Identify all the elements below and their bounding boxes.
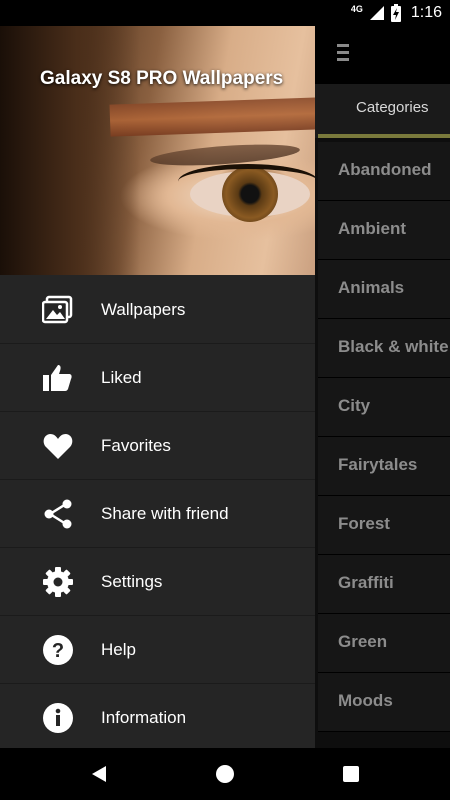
category-label: Green <box>338 632 388 651</box>
category-list: Abandoned Ambient Animals Black & white … <box>318 142 450 732</box>
battery-charging-icon <box>390 4 401 22</box>
navigation-drawer: Galaxy S8 PRO Wallpapers Wallpapers Like… <box>0 26 315 748</box>
category-item[interactable]: Ambient <box>318 201 450 260</box>
status-bar: 4G 1:16 <box>0 0 450 26</box>
menu-item-label: Liked <box>101 368 142 387</box>
category-label: Abandoned <box>338 160 432 179</box>
menu-item-information[interactable]: Information <box>0 684 315 748</box>
drawer-header-image: Galaxy S8 PRO Wallpapers <box>0 26 315 275</box>
categories-tab[interactable]: Categories <box>315 84 450 138</box>
category-item[interactable]: City <box>318 378 450 437</box>
category-item[interactable]: Forest <box>318 496 450 555</box>
menu-item-settings[interactable]: Settings <box>0 548 315 616</box>
category-item[interactable]: Green <box>318 614 450 673</box>
menu-item-help[interactable]: ? Help <box>0 616 315 684</box>
help-icon: ? <box>43 635 73 665</box>
app-title: Galaxy S8 PRO Wallpapers <box>40 68 284 89</box>
menu-item-label: Share with friend <box>101 504 229 523</box>
menu-item-label: Favorites <box>101 436 171 455</box>
category-item[interactable]: Abandoned <box>318 142 450 201</box>
network-type: 4G <box>350 4 363 14</box>
signal-icon <box>369 6 384 20</box>
menu-item-label: Information <box>101 708 187 727</box>
category-label: Graffiti <box>338 573 394 592</box>
menu-item-liked[interactable]: Liked <box>0 344 315 412</box>
menu-item-share[interactable]: Share with friend <box>0 480 315 548</box>
system-nav-bar <box>0 748 450 800</box>
menu-item-label: Settings <box>101 572 163 591</box>
category-item[interactable]: Graffiti <box>318 555 450 614</box>
category-label: Animals <box>338 278 405 297</box>
category-label: Black & white <box>338 337 449 356</box>
svg-text:?: ? <box>52 640 64 662</box>
category-label: Fairytales <box>338 455 418 474</box>
drawer-menu: Wallpapers Liked Favorites Share with fr… <box>0 276 315 748</box>
menu-item-label: Wallpapers <box>101 300 186 319</box>
recents-icon[interactable] <box>343 766 359 782</box>
category-label: City <box>338 396 371 415</box>
tab-indicator <box>318 134 450 138</box>
category-label: Ambient <box>338 219 406 238</box>
share-icon <box>44 499 72 529</box>
thumbs-up-icon <box>43 365 72 391</box>
category-item[interactable]: Moods <box>318 673 450 732</box>
menu-item-label: Help <box>101 640 136 659</box>
category-label: Forest <box>338 514 390 533</box>
menu-item-wallpapers[interactable]: Wallpapers <box>0 276 315 344</box>
gear-icon <box>43 567 73 597</box>
back-icon[interactable] <box>90 765 108 783</box>
categories-tab-label: Categories <box>356 99 429 116</box>
menu-item-favorites[interactable]: Favorites <box>0 412 315 480</box>
menu-icon[interactable] <box>337 44 349 65</box>
category-item[interactable]: Black & white <box>318 319 450 378</box>
app-toolbar <box>315 26 450 84</box>
images-icon <box>42 295 73 324</box>
category-item[interactable]: Fairytales <box>318 437 450 496</box>
info-icon <box>43 703 73 733</box>
home-icon[interactable] <box>216 765 234 783</box>
category-label: Moods <box>338 691 393 710</box>
clock: 1:16 <box>410 4 442 21</box>
heart-icon <box>43 434 73 459</box>
category-screen: Categories Abandoned Ambient Animals Bla… <box>315 26 450 748</box>
category-item[interactable]: Animals <box>318 260 450 319</box>
